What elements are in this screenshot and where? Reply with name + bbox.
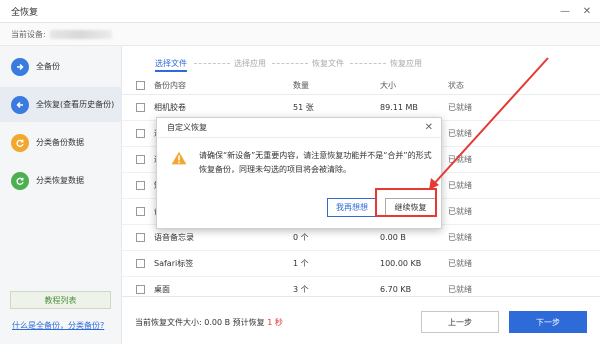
help-link[interactable]: 什么是全备份，分类备份? [12, 320, 104, 331]
header-name: 备份内容 [154, 80, 186, 90]
close-icon[interactable]: ✕ [425, 122, 433, 133]
highlight-box [375, 188, 437, 217]
step-select-files: 选择文件 [155, 59, 187, 68]
sidebar-item-label: 分类备份数据 [36, 138, 84, 147]
row-status: 已就绪 [448, 259, 472, 268]
header-status: 状态 [448, 80, 464, 90]
table-header: 备份内容 数量 大小 状态 [122, 76, 600, 95]
step-restore-apps: 恢复应用 [390, 59, 422, 68]
device-label: 当前设备: [11, 29, 46, 39]
step-divider [272, 63, 308, 64]
row-status: 已就绪 [448, 207, 472, 216]
dialog-title: 自定义恢复 [167, 123, 207, 132]
refresh-icon [11, 133, 29, 152]
row-size: 100.00 KB [380, 259, 422, 268]
row-checkbox[interactable] [136, 155, 145, 164]
sidebar-item-label: 全恢复(查看历史备份) [36, 100, 115, 109]
eta-value: 1 秒 [267, 318, 283, 327]
step-divider [194, 63, 230, 64]
step-select-apps: 选择应用 [234, 59, 266, 68]
sidebar-item-label: 分类恢复数据 [36, 176, 84, 185]
device-bar: 当前设备: [0, 23, 600, 46]
sidebar: 全备份 全恢复(查看历史备份) 分类备份数据 分类恢复数据 教程列表 什么是全备… [0, 46, 122, 344]
size-value: 0.00 B [204, 318, 231, 327]
window-title: 全恢复 [11, 7, 39, 18]
sidebar-item-category-backup[interactable]: 分类备份数据 [0, 125, 122, 160]
row-checkbox[interactable] [136, 181, 145, 190]
row-status: 已就绪 [448, 181, 472, 190]
eta-label: 预计恢复 [232, 318, 265, 327]
size-label: 当前恢复文件大小: [135, 318, 202, 327]
footer-bar: 当前恢复文件大小: 0.00 B 预计恢复 1 秒 上一步 下一步 [122, 296, 600, 344]
row-status: 已就绪 [448, 233, 472, 242]
refresh-icon [11, 171, 29, 190]
warning-icon [171, 151, 187, 167]
sidebar-item-full-restore[interactable]: 全恢复(查看历史备份) [0, 87, 122, 122]
rethink-button[interactable]: 我再想想 [327, 198, 377, 217]
sidebar-item-category-restore[interactable]: 分类恢复数据 [0, 163, 122, 198]
row-checkbox[interactable] [136, 207, 145, 216]
row-status: 已就绪 [448, 103, 472, 112]
close-icon[interactable]: ✕ [580, 4, 594, 18]
sidebar-item-full-backup[interactable]: 全备份 [0, 49, 122, 84]
tutorial-list-button[interactable]: 教程列表 [10, 291, 111, 309]
arrow-right-icon [11, 57, 29, 76]
active-step-underline [155, 70, 187, 72]
next-button[interactable]: 下一步 [509, 311, 587, 333]
header-size: 大小 [380, 80, 396, 90]
row-count: 1 个 [293, 259, 309, 268]
row-status: 已就绪 [448, 129, 472, 138]
arrow-left-icon [11, 95, 29, 114]
row-status: 已就绪 [448, 155, 472, 164]
row-name: Safari标签 [154, 259, 194, 268]
row-checkbox[interactable] [136, 285, 145, 294]
window-controls: — ✕ [558, 4, 594, 18]
row-checkbox[interactable] [136, 233, 145, 242]
step-divider [350, 63, 386, 64]
previous-button[interactable]: 上一步 [421, 311, 499, 333]
row-checkbox[interactable] [136, 259, 145, 268]
minimize-icon[interactable]: — [558, 4, 572, 18]
sidebar-item-label: 全备份 [36, 62, 60, 71]
step-restore-files: 恢复文件 [312, 59, 344, 68]
select-all-checkbox[interactable] [136, 80, 145, 90]
restore-window: 全恢复 — ✕ 当前设备: 全备份 全恢复(查看历史备份) 分类备份数据 分类恢… [0, 0, 600, 344]
device-name-redacted [49, 29, 112, 39]
dialog-message: 请确保“新设备”无重要内容，请注意恢复功能并不是“合并”的形式恢复备份，同理未勾… [199, 151, 432, 174]
row-checkbox[interactable] [136, 103, 145, 112]
restore-size-info: 当前恢复文件大小: 0.00 B 预计恢复 1 秒 [135, 317, 283, 328]
step-indicator: 选择文件 选择应用 恢复文件 恢复应用 [122, 46, 600, 76]
title-bar: 全恢复 — ✕ [0, 0, 600, 23]
table-row[interactable]: Safari标签 1 个 100.00 KB 已就绪 [122, 251, 600, 277]
header-count: 数量 [293, 80, 309, 90]
row-checkbox[interactable] [136, 129, 145, 138]
dialog-header: 自定义恢复 ✕ [157, 118, 441, 138]
